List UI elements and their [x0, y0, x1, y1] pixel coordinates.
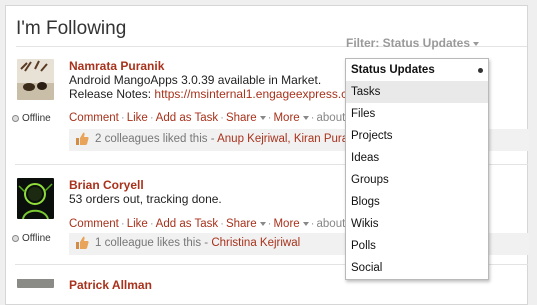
filter-option-ideas[interactable]: Ideas: [346, 147, 488, 169]
add-as-task-link[interactable]: Add as Task: [156, 112, 218, 124]
selected-bullet-icon: [478, 68, 483, 73]
release-notes-line: Release Notes: https://msinternal1.engag…: [69, 87, 368, 101]
author-name[interactable]: Brian Coryell: [69, 178, 144, 192]
filter-option-files[interactable]: Files: [346, 103, 488, 125]
likers-link[interactable]: Christina Kejriwal: [211, 237, 300, 249]
share-menu[interactable]: Share: [226, 112, 266, 124]
filter-option-wikis[interactable]: Wikis: [346, 213, 488, 235]
avatar[interactable]: [17, 178, 54, 219]
status-text: 53 orders out, tracking done.: [69, 192, 222, 206]
thumbs-up-icon: [76, 236, 89, 249]
share-menu[interactable]: Share: [226, 218, 266, 230]
status-text: Android MangoApps 3.0.39 available in Ma…: [69, 73, 322, 87]
filter-option-projects[interactable]: Projects: [346, 125, 488, 147]
like-link[interactable]: Like: [127, 218, 148, 230]
chevron-down-icon: [473, 41, 480, 46]
comment-link[interactable]: Comment: [69, 218, 119, 230]
more-menu[interactable]: More: [273, 112, 309, 124]
avatar[interactable]: [17, 59, 54, 100]
like-link[interactable]: Like: [127, 112, 148, 124]
presence-icon: [12, 235, 19, 242]
action-bar: Comment · Like · Add as Task · Share · More · abou…: [69, 218, 355, 230]
filter-label: Filter: Status Updates: [346, 36, 471, 50]
comment-link[interactable]: Comment: [69, 112, 119, 124]
page-title: I'm Following: [16, 18, 127, 39]
action-bar: Comment · Like · Add as Task · Share · More · abou…: [69, 112, 355, 124]
add-as-task-link[interactable]: Add as Task: [156, 218, 218, 230]
author-name[interactable]: Patrick Allman: [69, 278, 152, 292]
filter-option-polls[interactable]: Polls: [346, 235, 488, 257]
presence-status: Offline: [12, 113, 51, 124]
filter-option-tasks[interactable]: Tasks: [346, 81, 488, 103]
chevron-down-icon: [302, 115, 309, 120]
chevron-down-icon: [259, 115, 266, 120]
release-notes-link[interactable]: https://msinternal1.engageexpress.com,: [154, 87, 367, 101]
chevron-down-icon: [259, 221, 266, 226]
filter-option-social[interactable]: Social: [346, 257, 488, 279]
likes-count-text: 2 colleagues liked this -: [95, 133, 218, 145]
filter-dropdown-toggle[interactable]: Filter: Status Updates: [346, 36, 480, 50]
presence-icon: [12, 115, 19, 122]
likers-link[interactable]: Anup Kejriwal, Kiran Puran: [217, 133, 354, 145]
filter-option-groups[interactable]: Groups: [346, 169, 488, 191]
filter-option-status-updates[interactable]: Status Updates: [346, 59, 488, 81]
author-name[interactable]: Namrata Puranik: [69, 59, 164, 73]
filter-dropdown-menu: Status Updates Tasks Files Projects Idea…: [345, 58, 489, 280]
filter-option-blogs[interactable]: Blogs: [346, 191, 488, 213]
thumbs-up-icon: [76, 132, 89, 145]
more-menu[interactable]: More: [273, 218, 309, 230]
chevron-down-icon: [302, 221, 309, 226]
likes-count-text: 1 colleague likes this -: [95, 237, 212, 249]
presence-status: Offline: [12, 233, 51, 244]
